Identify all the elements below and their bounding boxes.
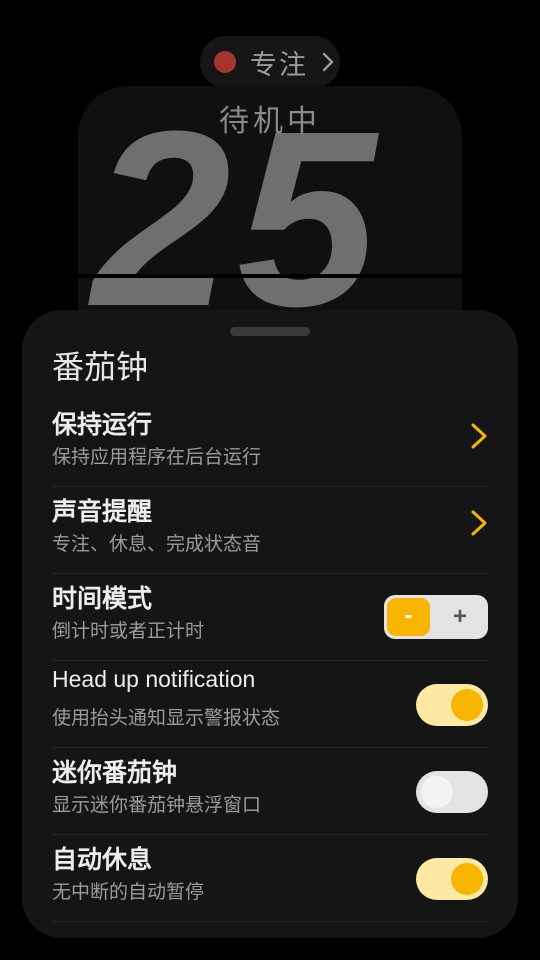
auto-rest-toggle[interactable] [416, 858, 488, 900]
setting-mini-pomodoro: 迷你番茄钟 显示迷你番茄钟悬浮窗口 [52, 748, 488, 835]
stepper-minus-button[interactable]: - [387, 598, 430, 636]
toggle-knob [451, 863, 483, 895]
mode-selector[interactable]: 专注 [200, 36, 340, 88]
setting-subtitle: 倒计时或者正计时 [52, 621, 205, 642]
timer-status: 待机中 [219, 105, 321, 138]
mini-pomodoro-toggle[interactable] [416, 771, 488, 813]
setting-title: 迷你番茄钟 [52, 759, 178, 787]
setting-title: 时间模式 [52, 585, 153, 613]
setting-subtitle: 显示迷你番茄钟悬浮窗口 [52, 795, 262, 816]
setting-title: 自动休息 [52, 846, 153, 874]
stepper-plus-button[interactable]: + [438, 598, 482, 636]
setting-title: 保持运行 [52, 411, 153, 439]
time-mode-stepper: - + [384, 595, 488, 639]
mode-label: 专注 [250, 49, 308, 80]
setting-time-mode: 时间模式 倒计时或者正计时 - + [52, 574, 488, 661]
setting-subtitle: 专注、休息、完成状态音 [52, 534, 262, 555]
mode-color-dot [214, 51, 236, 73]
chevron-right-icon [322, 52, 334, 72]
head-up-notification-toggle[interactable] [416, 684, 488, 726]
flip-divider [78, 274, 462, 278]
setting-subtitle: 无中断的自动暂停 [52, 882, 205, 903]
setting-subtitle: 使用抬头通知显示警报状态 [52, 708, 281, 729]
setting-title: 声音提醒 [52, 498, 153, 526]
toggle-knob [451, 689, 483, 721]
chevron-right-icon[interactable] [470, 509, 488, 537]
setting-keep-running[interactable]: 保持运行 保持应用程序在后台运行 [52, 400, 488, 487]
setting-head-up-notification: Head up notification 使用抬头通知显示警报状态 [52, 661, 488, 748]
setting-subtitle: 保持应用程序在后台运行 [52, 447, 262, 468]
chevron-right-icon[interactable] [470, 422, 488, 450]
setting-title: Head up notification [52, 666, 256, 692]
sheet-title: 番茄钟 [52, 349, 149, 385]
setting-auto-rest: 自动休息 无中断的自动暂停 [52, 835, 488, 922]
settings-sheet: 番茄钟 保持运行 保持应用程序在后台运行 声音提醒 专注、休息、完成状态音 时间… [22, 310, 518, 938]
sheet-drag-handle[interactable] [230, 327, 310, 336]
toggle-knob [421, 776, 453, 808]
setting-sound-reminder[interactable]: 声音提醒 专注、休息、完成状态音 [52, 487, 488, 574]
